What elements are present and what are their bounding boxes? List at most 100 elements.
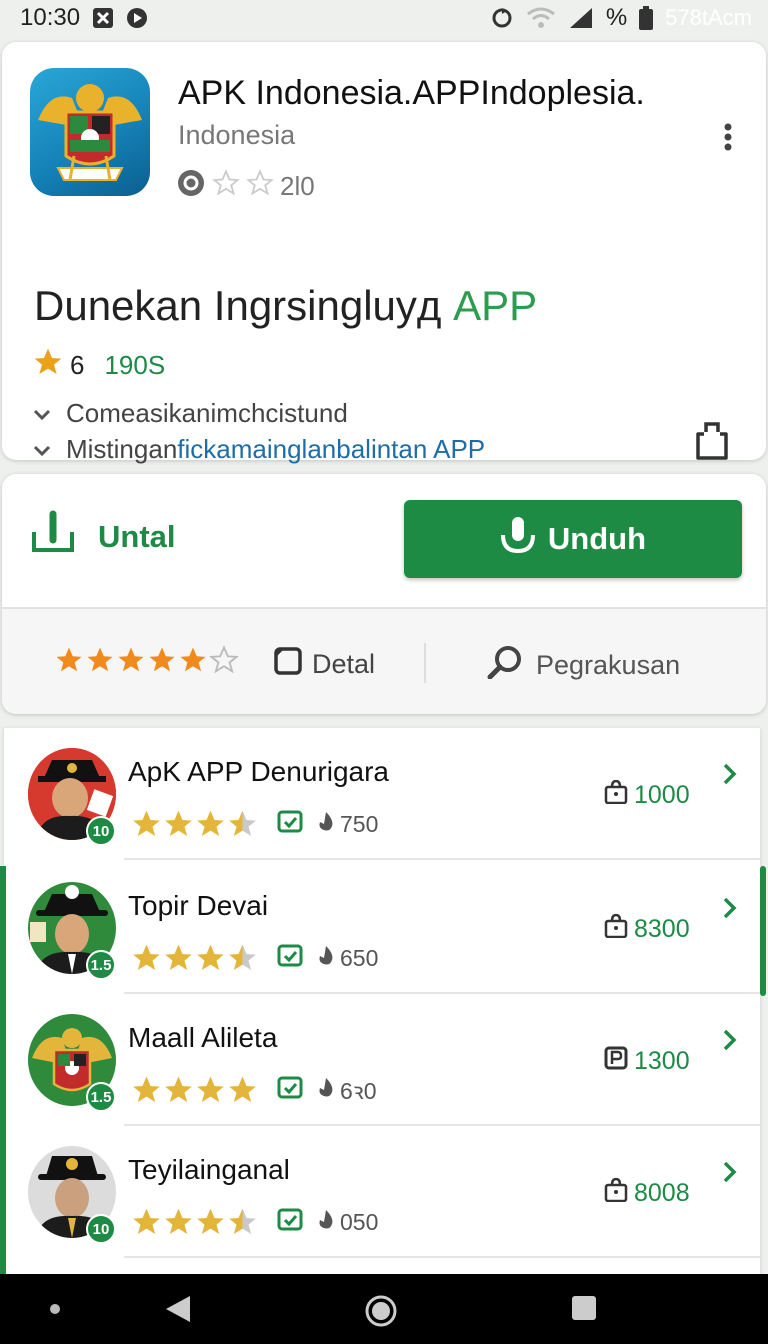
- parking-icon: [604, 1046, 628, 1077]
- list-item[interactable]: 1.5 Maall Alileta 6ꝛ0 1300: [4, 994, 760, 1126]
- feature-link[interactable]: fickamainglanbalintan APP: [177, 434, 485, 464]
- rating-value: 6: [70, 350, 85, 380]
- action-subbar: Detal Pegrakusan: [2, 609, 766, 714]
- empty-star-icon: [211, 168, 241, 204]
- chevron-right-icon[interactable]: [720, 762, 740, 786]
- download-icon: [30, 510, 76, 564]
- chevron-right-icon[interactable]: [720, 1028, 740, 1052]
- recent-apps-icon[interactable]: [572, 1296, 596, 1320]
- star-icon: [133, 810, 160, 836]
- bag-icon: [604, 913, 628, 945]
- star-icon: [56, 647, 82, 672]
- small-rating-count: 2l0: [280, 171, 315, 201]
- download-icon: [500, 515, 536, 563]
- item-meta: 6ꝛ0: [130, 1074, 377, 1106]
- feature-row-2[interactable]: Mistinganfickamainglanbalintan APP: [32, 434, 485, 465]
- item-stars: [130, 1074, 258, 1106]
- item-reviews: 650: [340, 944, 379, 971]
- list-item[interactable]: 10 Teyilainganal 050 8008: [4, 1126, 760, 1258]
- feature-row-1[interactable]: Comeasikanimchcistund: [32, 398, 348, 429]
- star-icon: [229, 1076, 256, 1102]
- fire-icon: [316, 810, 336, 838]
- item-stars: [130, 808, 258, 840]
- calendar-icon: [276, 942, 304, 974]
- item-count: 8008: [604, 1177, 690, 1209]
- bag-icon: [604, 779, 628, 811]
- headline-accent: APP: [453, 282, 538, 329]
- star-icon: [197, 944, 224, 970]
- sync-icon: [490, 6, 514, 30]
- list-item[interactable]: 10 ApK APP Denurigara 750 1000: [4, 728, 760, 860]
- document-icon: [272, 645, 304, 684]
- star-icon: [165, 1208, 192, 1234]
- item-reviews: 750: [340, 810, 379, 837]
- item-count: 1000: [604, 779, 690, 811]
- wifi-icon: [526, 7, 556, 29]
- download-label: Unduh: [547, 521, 647, 556]
- fire-icon: [316, 1208, 336, 1236]
- age-badge: 10: [86, 1214, 116, 1244]
- chevron-right-icon[interactable]: [720, 1160, 740, 1184]
- install-button[interactable]: Untal: [30, 510, 176, 564]
- rating-count: 190S: [104, 350, 166, 380]
- app-list: 10 ApK APP Denurigara 750 1000 1.5 Topir…: [4, 728, 760, 1288]
- status-extra-text: 578tAcm: [665, 5, 752, 30]
- home-icon[interactable]: [364, 1294, 398, 1333]
- item-stars: [130, 1206, 258, 1238]
- item-meta: 750: [130, 808, 378, 840]
- item-name: ApK APP Denurigara: [128, 756, 389, 787]
- overflow-menu-icon[interactable]: [718, 122, 738, 152]
- calendar-icon: [276, 1206, 304, 1238]
- star-icon: [133, 1076, 160, 1102]
- fire-icon: [316, 944, 336, 972]
- chevron-down-icon: [32, 398, 52, 429]
- feature-text-2-prefix: Mistingan: [66, 434, 178, 464]
- share-icon[interactable]: [692, 420, 732, 462]
- scrollbar[interactable]: [760, 866, 766, 996]
- star-icon: [165, 810, 192, 836]
- item-count-value: 1000: [634, 781, 690, 809]
- item-name: Topir Devai: [128, 890, 269, 921]
- app-icon[interactable]: [30, 68, 150, 196]
- battery-percent: %: [605, 4, 628, 31]
- item-reviews: 6ꝛ0: [340, 1078, 377, 1104]
- feature-text-1: Comeasikanimchcistund: [66, 398, 348, 428]
- empty-star-icon: [245, 168, 275, 204]
- rating-stars[interactable]: [54, 645, 239, 675]
- install-label: Untal: [98, 519, 176, 554]
- star-icon: [180, 647, 206, 672]
- download-button[interactable]: Unduh: [404, 500, 742, 578]
- small-rating-row: 2l0: [176, 168, 315, 205]
- item-meta: 050: [130, 1206, 378, 1238]
- headline-main: Dunekan Ingrsingluyд: [34, 282, 442, 329]
- star-icon: [197, 1208, 224, 1234]
- divider: [124, 1256, 760, 1258]
- item-reviews: 050: [340, 1208, 379, 1235]
- star-icon: [87, 647, 113, 672]
- list-item[interactable]: 1.5 Topir Devai 650 8300: [4, 862, 760, 994]
- calendar-icon: [276, 808, 304, 840]
- item-name: Maall Alileta: [128, 1022, 278, 1053]
- item-meta: 650: [130, 942, 378, 974]
- action-card: Untal Unduh Detal Pegrakusan: [2, 474, 766, 714]
- star-icon: [229, 810, 256, 836]
- search-label: Pegrakusan: [536, 650, 681, 680]
- item-count-value: 1300: [634, 1047, 690, 1075]
- media-play-icon: [126, 7, 148, 29]
- back-icon[interactable]: [164, 1294, 192, 1329]
- notification-icon: [92, 7, 114, 29]
- search-icon: [486, 645, 524, 686]
- chevron-right-icon[interactable]: [720, 896, 740, 920]
- signal-icon: [568, 7, 594, 29]
- rating-line: 6 190S: [32, 346, 165, 385]
- star-icon: [133, 1208, 160, 1234]
- app-developer: Indonesia: [178, 120, 296, 150]
- search-button[interactable]: Pegrakusan: [486, 645, 680, 686]
- nav-dot-icon: [50, 1304, 60, 1314]
- detail-button[interactable]: Detal: [272, 645, 375, 684]
- star-icon: [229, 1208, 256, 1234]
- empty-star-icon: [209, 645, 239, 674]
- divider: [424, 643, 426, 683]
- star-icon: [197, 1076, 224, 1102]
- system-nav-bar: [0, 1274, 768, 1344]
